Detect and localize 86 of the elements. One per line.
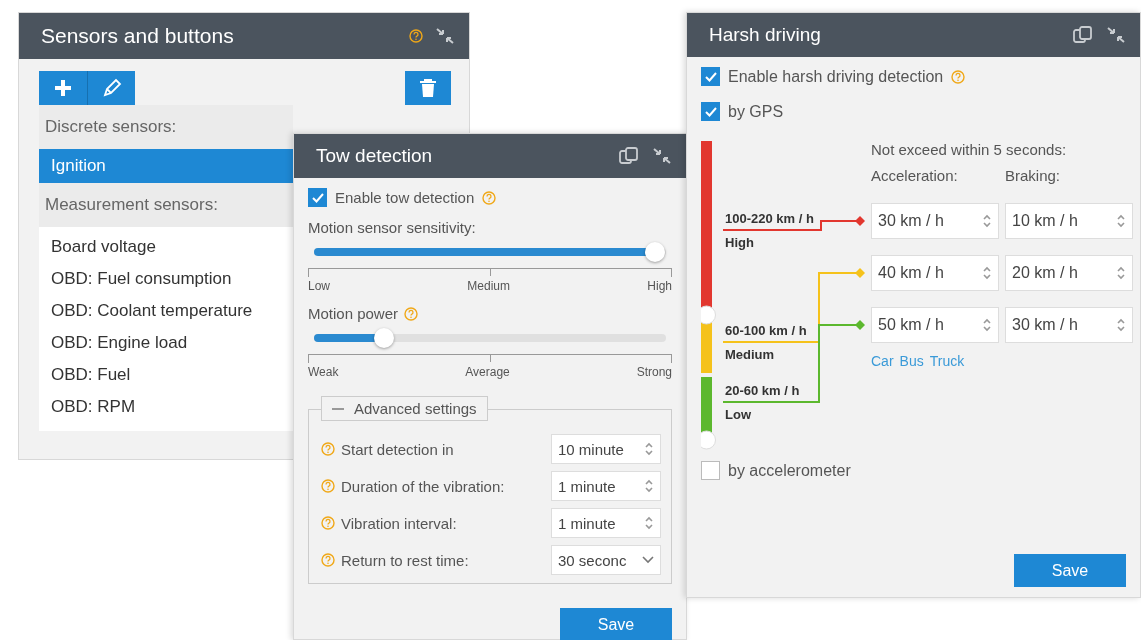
group-heading: Discrete sensors: [44,116,178,138]
window-title: Harsh driving [709,24,822,46]
column-heading: Braking: [1005,167,1062,186]
caret-icon[interactable] [642,556,654,564]
tick-label: Average [465,365,510,379]
field-label: Vibration interval: [341,514,458,532]
spinner-arrows-icon[interactable] [644,478,654,494]
sensor-item[interactable]: Ignition [39,149,293,183]
edit-button[interactable] [87,71,135,105]
zone-label: Low [725,407,751,423]
help-icon[interactable] [482,190,497,205]
plus-icon [53,78,73,98]
number-field[interactable]: 30 km / h [871,203,999,239]
help-icon[interactable] [409,29,423,43]
number-field[interactable]: 10 minute [551,434,661,464]
tick-label: Weak [308,365,339,379]
checkbox[interactable] [308,188,327,207]
trash-icon [419,78,437,98]
number-field[interactable]: 40 km / h [871,255,999,291]
range-handle[interactable] [701,305,716,325]
tick-label: Strong [636,365,672,379]
checkbox-label: by accelerometer [728,461,851,480]
checkbox-label: Enable tow detection [335,189,475,206]
spinner-arrows-icon[interactable] [1116,213,1126,229]
slider-label: Motion sensor sensitivity: [308,219,476,236]
select-field[interactable]: 30 seconc [551,545,661,575]
check-icon [703,70,718,83]
help-icon[interactable] [321,516,335,530]
collapse-icon[interactable] [1106,26,1126,44]
spinner-arrows-icon[interactable] [982,265,992,281]
copy-icon[interactable] [1072,25,1094,45]
spinner-arrows-icon[interactable] [982,213,992,229]
speed-range-label: 60-100 km / h [725,323,807,339]
spinner-arrows-icon[interactable] [1116,317,1126,333]
section-heading: Not exceed within 5 seconds: [871,141,1068,160]
advanced-settings-toggle[interactable]: Advanced settings [321,396,488,421]
tick-label: Low [308,279,330,293]
spinner-arrows-icon[interactable] [644,441,654,457]
field-label: Start detection in [341,440,455,458]
check-icon [310,191,325,204]
number-field[interactable]: 20 km / h [1005,255,1133,291]
collapse-icon[interactable] [652,147,672,165]
number-field[interactable]: 1 minute [551,508,661,538]
speed-range-label: 20-60 km / h [725,383,800,399]
delete-button[interactable] [405,71,451,105]
add-button[interactable] [39,71,87,105]
zone-label: Medium [725,347,775,363]
checkbox-label: Enable harsh driving detection [728,67,944,86]
slider-track[interactable] [314,328,666,348]
slider-track[interactable] [314,242,666,262]
number-field[interactable]: 30 km / h [1005,307,1133,343]
checkbox[interactable] [701,461,720,480]
slider-thumb[interactable] [374,328,395,348]
field-label: Return to rest time: [341,551,470,569]
checkbox-label: by GPS [728,102,784,121]
help-icon[interactable] [321,479,335,493]
window-title: Tow detection [316,145,434,167]
slider-thumb[interactable] [645,242,666,262]
number-field[interactable]: 1 minute [551,471,661,501]
slider-label: Motion power [308,305,399,322]
range-handle[interactable] [701,430,716,450]
save-button[interactable]: Save [560,608,672,640]
spinner-arrows-icon[interactable] [1116,265,1126,281]
collapse-icon[interactable] [435,27,455,45]
checkbox[interactable] [701,67,720,86]
zone-label: High [725,235,754,251]
help-icon[interactable] [951,69,966,84]
checkbox[interactable] [701,102,720,121]
spinner-arrows-icon[interactable] [982,317,992,333]
copy-icon[interactable] [618,146,640,166]
help-icon[interactable] [321,442,335,456]
check-icon [703,105,718,118]
help-icon[interactable] [321,553,335,567]
group-heading: Measurement sensors: [44,194,219,216]
column-heading: Acceleration: [871,167,959,186]
pencil-icon [101,78,122,98]
help-icon[interactable] [404,306,419,321]
speed-range-label: 100-220 km / h [725,211,814,227]
number-field[interactable]: 50 km / h [871,307,999,343]
number-field[interactable]: 10 km / h [1005,203,1133,239]
spinner-arrows-icon[interactable] [644,515,654,531]
tick-label: Medium [467,279,510,293]
field-label: Duration of the vibration: [341,477,506,495]
tick-label: High [647,279,672,293]
window-title: Sensors and buttons [41,24,235,48]
save-button[interactable]: Save [1014,554,1126,587]
